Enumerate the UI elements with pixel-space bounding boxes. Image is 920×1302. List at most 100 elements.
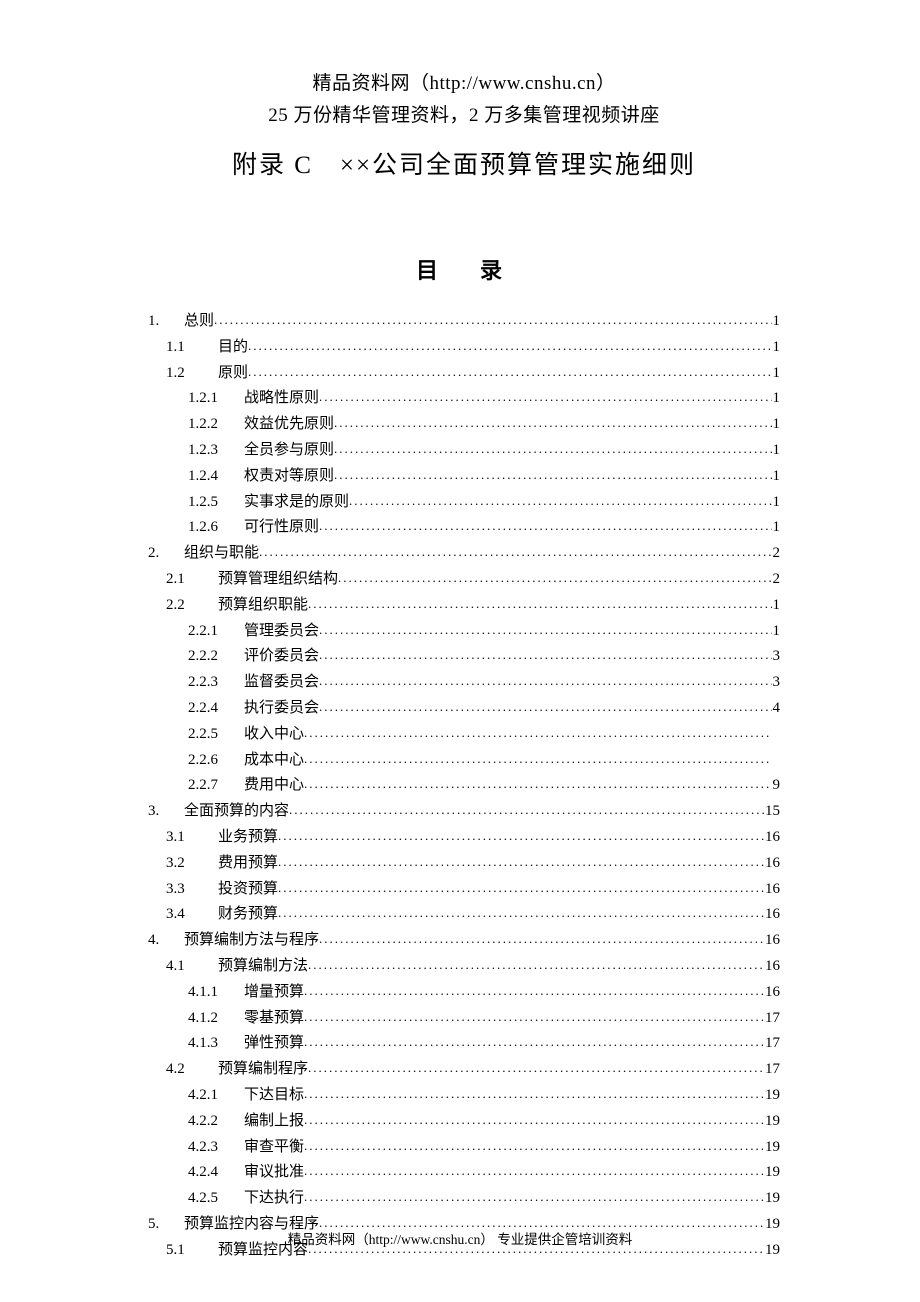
toc-entry: 2.2.5收入中心 (148, 722, 780, 748)
toc-entry: 1.2.5实事求是的原则1 (148, 490, 780, 516)
toc-entry-number: 4.2.5 (148, 1186, 244, 1212)
toc-entry-number: 2.2.6 (148, 748, 244, 774)
toc-leader-dots (319, 696, 772, 718)
toc-leader-dots (278, 851, 765, 873)
toc-entry-label: 监督委员会 (244, 670, 319, 696)
toc-leader-dots (319, 928, 765, 950)
toc-entry-number: 2.2.2 (148, 644, 244, 670)
toc-entry-page: 4 (772, 696, 780, 722)
toc-entry-number: 1.1 (148, 335, 218, 361)
toc-entry-number: 2.2.1 (148, 619, 244, 645)
toc-entry-page: 2 (772, 567, 780, 593)
page-footer: 精品资料网（http://www.cnshu.cn） 专业提供企管培训资料 (0, 1228, 920, 1248)
toc-entry: 4.1.3弹性预算17 (148, 1031, 780, 1057)
toc-leader-dots (319, 619, 772, 641)
toc-entry-label: 预算编制方法与程序 (184, 928, 319, 954)
toc-leader-dots (308, 954, 765, 976)
toc-entry-number: 4.2.1 (148, 1083, 244, 1109)
toc-entry: 4.1.1增量预算16 (148, 980, 780, 1006)
toc-entry: 2.2.4执行委员会 4 (148, 696, 780, 722)
toc-leader-dots (304, 722, 772, 744)
toc-entry-label: 收入中心 (244, 722, 304, 748)
toc-entry-number: 2.2.7 (148, 773, 244, 799)
header-line-1: 精品资料网（http://www.cnshu.cn） (148, 68, 780, 95)
toc-entry: 4.预算编制方法与程序16 (148, 928, 780, 954)
toc-entry-label: 零基预算 (244, 1006, 304, 1032)
toc-leader-dots (304, 1031, 765, 1053)
toc-entry: 3.4财务预算16 (148, 902, 780, 928)
document-title: 附录 C ××公司全面预算管理实施细则 (148, 145, 780, 181)
toc-leader-dots (278, 902, 765, 924)
toc-entry-page: 17 (765, 1057, 780, 1083)
toc-entry-number: 3. (148, 799, 184, 825)
toc-entry-label: 效益优先原则 (244, 412, 334, 438)
toc-entry-number: 4.1.1 (148, 980, 244, 1006)
toc-entry: 1.1目的1 (148, 335, 780, 361)
toc-entry: 2.1预算管理组织结构2 (148, 567, 780, 593)
toc-entry-label: 原则 (218, 361, 248, 387)
toc-entry: 1.2原则1 (148, 361, 780, 387)
toc-entry-page: 15 (765, 799, 780, 825)
toc-leader-dots (289, 799, 765, 821)
toc-entry-number: 3.4 (148, 902, 218, 928)
toc-entry-label: 总则 (184, 309, 214, 335)
toc-entry: 1.总则1 (148, 309, 780, 335)
toc-entry-label: 审议批准 (244, 1160, 304, 1186)
toc-entry-page: 1 (772, 593, 780, 619)
toc-entry-page: 16 (765, 851, 780, 877)
toc-entry-label: 费用中心 (244, 773, 304, 799)
toc-entry-label: 下达执行 (244, 1186, 304, 1212)
toc-entry-label: 全员参与原则 (244, 438, 334, 464)
toc-entry-number: 4.1 (148, 954, 218, 980)
toc-entry-number: 3.3 (148, 877, 218, 903)
toc-entry: 4.2.1下达目标19 (148, 1083, 780, 1109)
toc-entry: 3.2费用预算16 (148, 851, 780, 877)
toc-entry-label: 成本中心 (244, 748, 304, 774)
toc-entry-number: 2.2.3 (148, 670, 244, 696)
toc-entry: 3.3投资预算16 (148, 877, 780, 903)
toc-leader-dots (214, 309, 772, 331)
toc-entry-page: 1 (772, 361, 780, 387)
toc-leader-dots (304, 1186, 765, 1208)
toc-entry-page: 1 (772, 490, 780, 516)
toc-entry-label: 全面预算的内容 (184, 799, 289, 825)
table-of-contents: 1.总则11.1目的11.2原则11.2.1战略性原则11.2.2效益优先原则1… (148, 309, 780, 1263)
toc-entry: 4.2.5下达执行19 (148, 1186, 780, 1212)
toc-leader-dots (319, 386, 772, 408)
toc-entry: 2.2.7费用中心9 (148, 773, 780, 799)
toc-entry-page: 3 (772, 644, 780, 670)
toc-entry-page: 3 (772, 670, 780, 696)
toc-entry: 4.2.4审议批准19 (148, 1160, 780, 1186)
toc-entry-label: 预算管理组织结构 (218, 567, 338, 593)
toc-entry: 3.1业务预算 16 (148, 825, 780, 851)
toc-leader-dots (248, 335, 772, 357)
toc-leader-dots (304, 748, 772, 770)
toc-leader-dots (304, 1135, 765, 1157)
toc-entry-number: 3.1 (148, 825, 218, 851)
toc-entry: 2.2预算组织职能1 (148, 593, 780, 619)
toc-entry-page: 19 (765, 1160, 780, 1186)
toc-entry: 4.2.3审查平衡19 (148, 1135, 780, 1161)
toc-entry-label: 执行委员会 (244, 696, 319, 722)
toc-entry: 4.2预算编制程序17 (148, 1057, 780, 1083)
toc-leader-dots (319, 644, 772, 666)
toc-entry-number: 1.2.1 (148, 386, 244, 412)
toc-entry-number: 2.2.4 (148, 696, 244, 722)
toc-entry-page: 1 (772, 515, 780, 541)
toc-entry-label: 业务预算 (218, 825, 278, 851)
toc-entry-label: 可行性原则 (244, 515, 319, 541)
toc-entry-label: 战略性原则 (244, 386, 319, 412)
toc-entry-page: 16 (765, 825, 780, 851)
toc-leader-dots (334, 412, 772, 434)
toc-leader-dots (304, 1083, 765, 1105)
toc-entry-number: 3.2 (148, 851, 218, 877)
toc-entry-number: 4.2.3 (148, 1135, 244, 1161)
toc-entry-page: 2 (772, 541, 780, 567)
toc-leader-dots (304, 773, 772, 795)
toc-entry-number: 1.2.4 (148, 464, 244, 490)
toc-entry-number: 1.2.6 (148, 515, 244, 541)
toc-entry-page: 1 (772, 309, 780, 335)
toc-entry-number: 2.2.5 (148, 722, 244, 748)
toc-entry-page: 1 (772, 386, 780, 412)
toc-entry-page: 19 (765, 1109, 780, 1135)
